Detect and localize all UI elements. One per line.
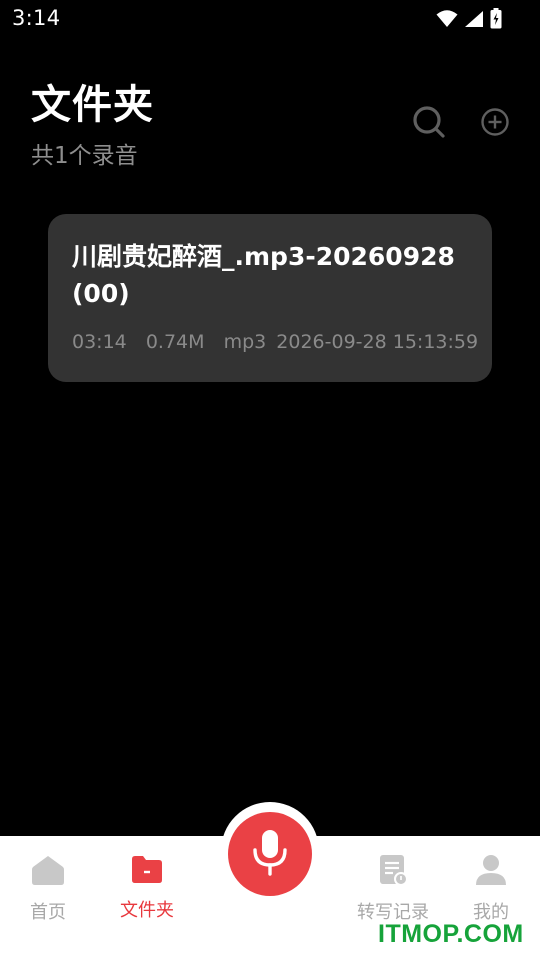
status-time: 3:14 [12, 6, 61, 30]
folder-icon [131, 854, 163, 888]
recording-duration: 03:14 [72, 331, 127, 353]
folder-screen: 3:14 文件夹 共1个录音 川剧贵妃醉酒_.mp3-20260928(00) … [0, 0, 540, 960]
nav-label-folder: 文件夹 [120, 900, 174, 921]
transcript-icon [378, 854, 408, 890]
watermark: ITMOP.COM [378, 920, 524, 948]
recording-card[interactable]: 川剧贵妃醉酒_.mp3-20260928(00) 03:14 0.74M mp3… [48, 214, 492, 382]
record-button[interactable] [228, 812, 312, 896]
nav-item-folder[interactable]: 文件夹 [102, 854, 192, 922]
search-icon [412, 105, 446, 143]
add-recording-button[interactable] [477, 106, 513, 142]
search-button[interactable] [411, 106, 447, 142]
microphone-icon [250, 828, 290, 880]
nav-item-transcript[interactable]: 转写记录 [348, 854, 438, 924]
recording-name: 川剧贵妃醉酒_.mp3-20260928(00) [72, 242, 455, 308]
nav-item-me[interactable]: 我的 [446, 854, 536, 924]
recording-meta: 03:14 0.74M mp3 2026-09-28 15:13:59 [72, 331, 491, 353]
signal-icon [464, 10, 484, 32]
recording-datetime: 2026-09-28 15:13:59 [276, 331, 479, 353]
battery-icon [490, 8, 502, 33]
recording-format: mp3 [223, 331, 267, 353]
recording-size: 0.74M [145, 331, 205, 353]
status-icons [436, 8, 502, 33]
nav-item-home[interactable]: 首页 [3, 854, 93, 924]
wifi-icon [436, 9, 458, 32]
add-circle-icon [480, 107, 510, 141]
status-bar: 3:14 [0, 0, 540, 38]
user-icon [474, 854, 508, 890]
nav-label-home: 首页 [30, 902, 66, 923]
home-icon [31, 854, 65, 890]
page-title: 文件夹 [31, 82, 154, 128]
recording-count: 共1个录音 [31, 143, 138, 169]
